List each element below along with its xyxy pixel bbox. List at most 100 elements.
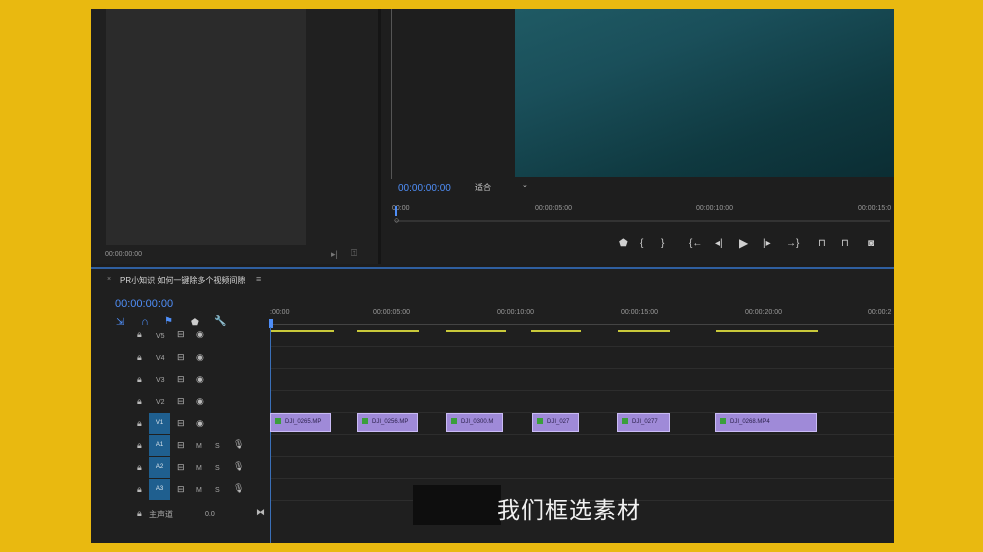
fit-select[interactable]: 适合 ⌄: [475, 182, 533, 194]
sync-lock-icon[interactable]: ⊟: [177, 374, 185, 385]
video-clip[interactable]: DJI_0277: [617, 413, 670, 432]
gap-indicator: [716, 330, 818, 332]
step-forward-icon[interactable]: |▸: [763, 238, 771, 249]
sync-lock-icon[interactable]: ⊟: [177, 329, 185, 340]
program-ruler-tick: 00:00:05:00: [535, 205, 572, 212]
timeline-ruler-tick: 00:00:2: [868, 309, 892, 316]
step-back-icon[interactable]: ◂|: [715, 238, 723, 249]
eye-icon[interactable]: ◉: [196, 396, 204, 407]
lock-icon[interactable]: 🔒︎: [137, 440, 142, 451]
vertical-ruler: [381, 9, 392, 179]
lock-icon[interactable]: 🔒︎: [137, 462, 142, 473]
fx-badge-icon: [275, 418, 281, 425]
microphone-icon[interactable]: 🎙︎: [233, 483, 244, 494]
clip-name: DJI_027: [547, 419, 570, 425]
gap-indicator: [618, 330, 670, 332]
program-video-frame: [515, 9, 894, 177]
lock-icon[interactable]: 🔒︎: [137, 396, 142, 407]
solo-button[interactable]: S: [215, 465, 220, 472]
eye-icon[interactable]: ◉: [196, 329, 204, 340]
timeline-tab-title[interactable]: PR小知识 如何一键除多个视频间隙: [120, 275, 245, 286]
mute-button[interactable]: M: [196, 465, 202, 472]
sync-lock-icon[interactable]: ⊟: [177, 462, 185, 473]
solo-button[interactable]: S: [215, 487, 220, 494]
clip-name: DJI_0300.M: [461, 419, 494, 425]
export-icon[interactable]: ⍐: [351, 248, 357, 259]
track-master: 🔒︎ 主声道 0.0 ⧓: [101, 503, 271, 524]
insert-icon[interactable]: ▸|: [331, 249, 338, 260]
lift-icon[interactable]: ⊓: [818, 238, 826, 249]
solo-button[interactable]: S: [215, 443, 220, 450]
mute-button[interactable]: M: [196, 487, 202, 494]
clip-name: DJI_0265.MP: [285, 419, 322, 425]
gap-indicator: [357, 330, 419, 332]
play-icon[interactable]: ▶: [739, 236, 748, 250]
out-point-icon[interactable]: }: [661, 238, 664, 249]
mute-button[interactable]: M: [196, 443, 202, 450]
lock-icon[interactable]: 🔒︎: [137, 484, 142, 495]
clip-name: DJI_0268.MP4: [730, 419, 770, 425]
microphone-icon[interactable]: 🎙︎: [233, 439, 244, 450]
video-clip[interactable]: DJI_0268.MP4: [715, 413, 817, 432]
program-monitor: 00:00:00:00 适合 ⌄ 00:00 00:00:05:00 00:00…: [381, 9, 894, 264]
fx-badge-icon: [537, 418, 543, 425]
gap-indicator: [446, 330, 506, 332]
track-target-a1[interactable]: A1: [149, 435, 170, 456]
fx-badge-icon: [622, 418, 628, 425]
eye-icon[interactable]: ◉: [196, 418, 204, 429]
timeline-timecode[interactable]: 00:00:00:00: [115, 298, 173, 310]
track-divider: [271, 346, 894, 347]
video-clip[interactable]: DJI_027: [532, 413, 579, 432]
settings-wrench-icon[interactable]: 🔧: [214, 316, 226, 327]
timeline-ruler-tick: 00:00:10:00: [497, 309, 534, 316]
go-to-end-icon[interactable]: ⧓: [256, 507, 265, 518]
fit-select-value: 适合: [475, 183, 491, 192]
export-frame-icon[interactable]: ◙: [868, 238, 874, 249]
lock-icon[interactable]: 🔒︎: [137, 374, 142, 385]
source-panel: 00:00:00:00 ▸| ⍐: [91, 9, 378, 264]
marker-icon[interactable]: ⬟: [619, 238, 628, 249]
track-target-a3[interactable]: A3: [149, 479, 170, 500]
in-point-icon[interactable]: {: [640, 238, 643, 249]
sync-lock-icon[interactable]: ⊟: [177, 484, 185, 495]
source-preview: [106, 9, 306, 245]
microphone-icon[interactable]: 🎙︎: [233, 461, 244, 472]
track-v2: 🔒︎ V2 ⊟ ◉: [101, 391, 271, 412]
sync-lock-icon[interactable]: ⊟: [177, 418, 185, 429]
timeline-ruler-tick: 00:00:05:00: [373, 309, 410, 316]
fx-badge-icon: [362, 418, 368, 425]
video-clip[interactable]: DJI_0300.M: [446, 413, 503, 432]
program-scrubber[interactable]: [395, 220, 890, 222]
lock-icon[interactable]: 🔒︎: [137, 352, 142, 363]
track-v4: 🔒︎ V4 ⊟ ◉: [101, 347, 271, 368]
master-volume-value[interactable]: 0.0: [205, 511, 215, 518]
track-target-a2[interactable]: A2: [149, 457, 170, 478]
clip-name: DJI_0256.MP: [372, 419, 409, 425]
go-to-in-icon[interactable]: {←: [689, 238, 702, 249]
zoom-handle-icon[interactable]: ○: [394, 215, 399, 225]
program-timecode[interactable]: 00:00:00:00: [398, 183, 451, 194]
go-to-out-icon[interactable]: →}: [786, 238, 799, 249]
sync-lock-icon[interactable]: ⊟: [177, 352, 185, 363]
sync-lock-icon[interactable]: ⊟: [177, 396, 185, 407]
lock-icon[interactable]: 🔒︎: [137, 418, 142, 429]
eye-icon[interactable]: ◉: [196, 352, 204, 363]
panel-menu-icon[interactable]: ≡: [256, 274, 261, 284]
track-a1: 🔒︎ A1 ⊟ M S 🎙︎: [101, 435, 271, 456]
linked-selection-icon[interactable]: ⚑: [164, 316, 173, 327]
video-clip[interactable]: DJI_0265.MP: [270, 413, 331, 432]
track-divider: [271, 434, 894, 435]
program-ruler-tick: 00:00:15:0: [858, 205, 892, 212]
extract-icon[interactable]: ⊓: [841, 238, 849, 249]
track-divider: [271, 456, 894, 457]
track-v3: 🔒︎ V3 ⊟ ◉: [101, 369, 271, 390]
track-v1: 🔒︎ V1 ⊟ ◉: [101, 413, 271, 434]
close-icon[interactable]: ×: [107, 276, 111, 283]
video-clip[interactable]: DJI_0256.MP: [357, 413, 418, 432]
sync-lock-icon[interactable]: ⊟: [177, 440, 185, 451]
fx-badge-icon: [720, 418, 726, 425]
lock-icon[interactable]: 🔒︎: [137, 329, 142, 340]
lock-icon[interactable]: 🔒︎: [137, 508, 142, 519]
track-target-v1[interactable]: V1: [149, 413, 170, 434]
eye-icon[interactable]: ◉: [196, 374, 204, 385]
